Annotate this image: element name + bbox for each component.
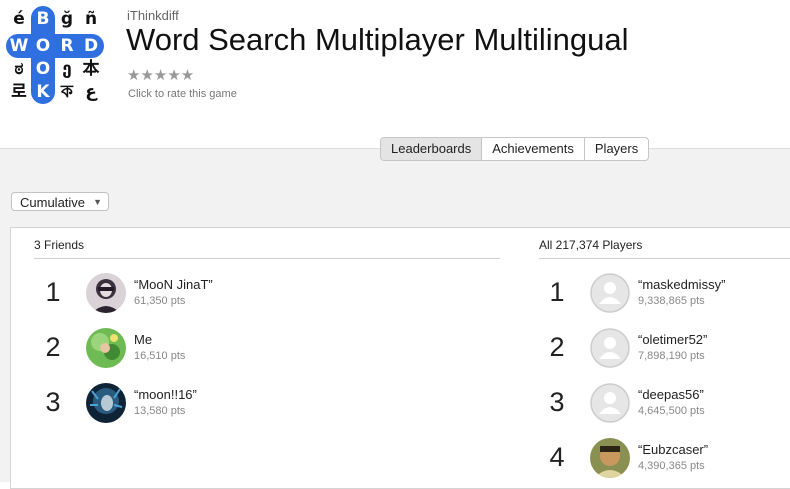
tab-achievements[interactable]: Achievements xyxy=(481,138,584,160)
avatar xyxy=(86,383,126,423)
icon-letter: B xyxy=(36,9,50,29)
app-icon: é B ğ ñ W O R D ಠ O ე 本 로 K ক ع xyxy=(4,4,104,104)
icon-letter: D xyxy=(83,36,99,56)
rank-number: 3 xyxy=(45,387,61,417)
friends-header: 3 Friends xyxy=(34,238,85,252)
icon-letter: ე xyxy=(62,59,72,79)
rank-number: 2 xyxy=(45,332,61,362)
divider xyxy=(539,258,790,259)
rank-number: 3 xyxy=(549,387,565,417)
player-name: “maskedmissy” xyxy=(638,277,726,292)
player-points: 4,645,500 pts xyxy=(638,405,705,417)
player-points: 61,350 pts xyxy=(134,295,186,307)
rank-number: 1 xyxy=(549,277,565,307)
player-name: “deepas56” xyxy=(638,387,704,402)
divider xyxy=(34,258,500,259)
icon-letter: R xyxy=(60,36,74,56)
player-points: 9,338,865 pts xyxy=(638,295,705,307)
icon-letter: ع xyxy=(85,82,97,102)
icon-letter: W xyxy=(9,36,29,56)
icon-letter: ಠ xyxy=(14,59,24,79)
player-points: 7,898,190 pts xyxy=(638,350,705,362)
avatar xyxy=(86,273,126,313)
tab-players[interactable]: Players xyxy=(583,138,648,160)
avatar xyxy=(590,438,630,478)
tab-bar: Leaderboards Achievements Players xyxy=(380,137,650,161)
icon-letter: ñ xyxy=(84,9,98,29)
player-name: “moon!!16” xyxy=(134,387,197,402)
placeholder-avatar-icon xyxy=(590,383,630,423)
player-points: 4,390,365 pts xyxy=(638,460,705,472)
player-name: “oletimer52” xyxy=(638,332,708,347)
player-name: “MooN JinaT” xyxy=(134,277,213,292)
player-name: “Eubzcaser” xyxy=(638,442,709,457)
icon-letter: O xyxy=(35,59,51,79)
placeholder-avatar-icon xyxy=(590,273,630,313)
icon-letter: ğ xyxy=(60,9,74,29)
icon-letter: é xyxy=(13,9,25,29)
rank-number: 1 xyxy=(45,277,61,307)
icon-letter: 本 xyxy=(82,59,100,79)
rate-prompt: Click to rate this game xyxy=(128,88,237,100)
game-title: Word Search Multiplayer Multilingual xyxy=(126,22,629,57)
chevron-down-icon: ▼ xyxy=(93,197,102,207)
icon-letter: K xyxy=(36,82,50,102)
player-points: 13,580 pts xyxy=(134,405,186,417)
leaderboard-filter-select[interactable]: Cumulative ▼ xyxy=(11,192,109,211)
avatar xyxy=(86,328,126,368)
rank-number: 4 xyxy=(549,442,565,472)
tab-leaderboards[interactable]: Leaderboards xyxy=(381,138,482,160)
app-header: é B ğ ñ W O R D ಠ O ე 本 로 K ক ع iThinkdi… xyxy=(0,0,790,148)
player-points: 16,510 pts xyxy=(134,350,186,362)
icon-letter: 로 xyxy=(11,82,27,102)
player-name: Me xyxy=(134,332,153,347)
icon-letter: ক xyxy=(61,82,73,102)
placeholder-avatar-icon xyxy=(590,328,630,368)
rank-number: 2 xyxy=(549,332,565,362)
filter-selected-value: Cumulative xyxy=(20,195,86,210)
developer-name[interactable]: iThinkdiff xyxy=(127,8,179,23)
leaderboard-area: Leaderboards Achievements Players Cumula… xyxy=(0,137,790,489)
star-rating[interactable]: ★★★★★ xyxy=(127,66,194,84)
leaderboard-panel: 3 Friends 1 “MooN JinaT” 61,350 pts 2 Me… xyxy=(10,227,790,489)
icon-letter: O xyxy=(35,36,51,56)
all-players-header: All 217,374 Players xyxy=(539,238,643,252)
